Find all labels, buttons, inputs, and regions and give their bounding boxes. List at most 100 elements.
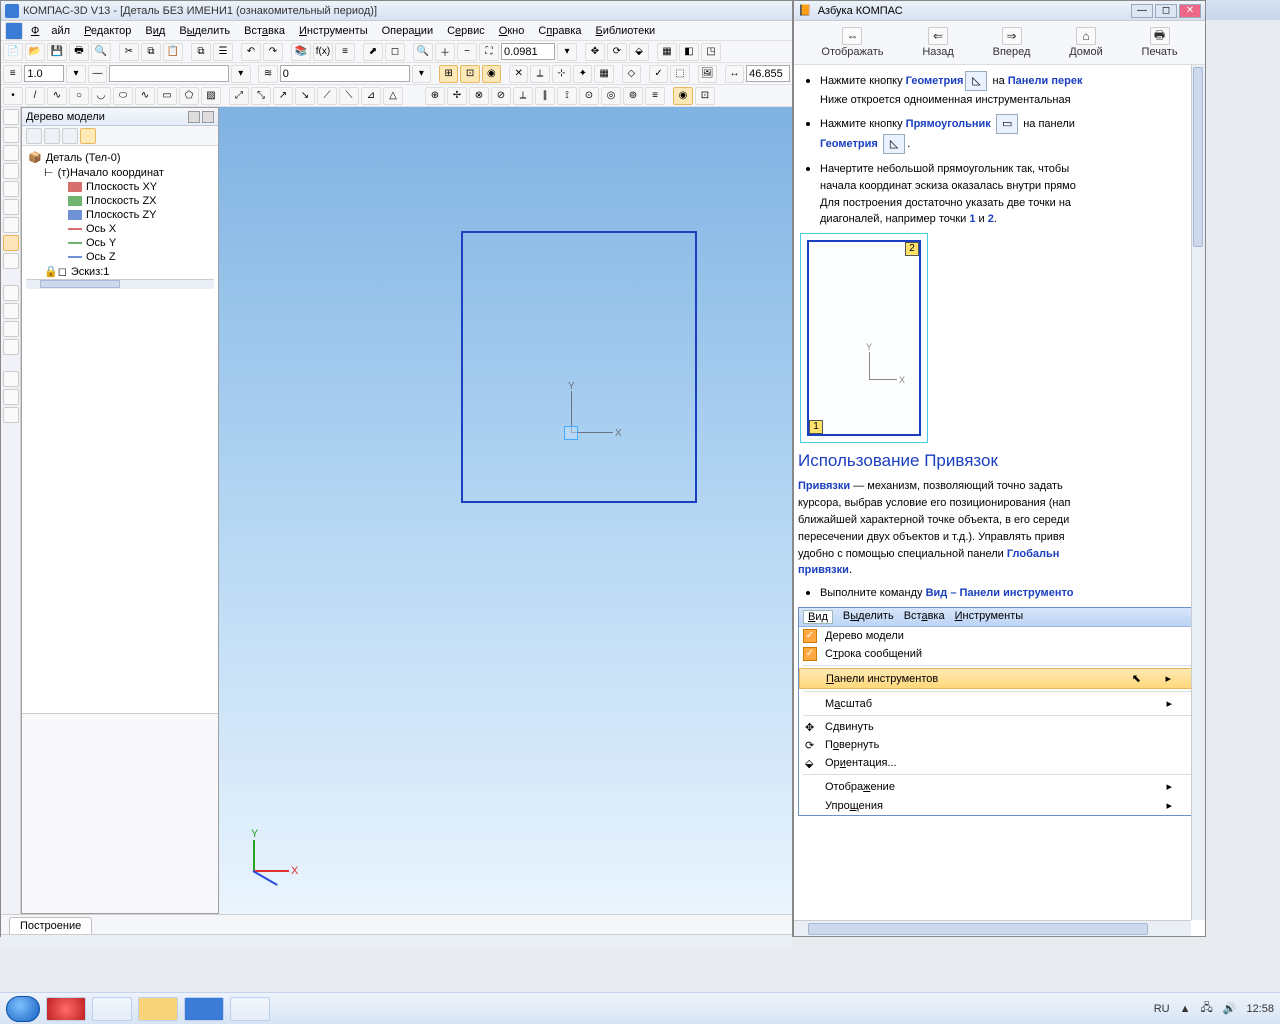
ttb4-icon[interactable] bbox=[80, 128, 96, 144]
tree-root[interactable]: 📦 Деталь (Тел-0) bbox=[26, 150, 214, 165]
new-icon[interactable]: 📄 bbox=[3, 43, 23, 61]
ltb-e-icon[interactable] bbox=[3, 371, 19, 387]
c8-icon[interactable]: ⊙ bbox=[579, 87, 599, 105]
spline-icon[interactable]: ∿ bbox=[135, 87, 155, 105]
prop-icon[interactable]: ☰ bbox=[213, 43, 233, 61]
snap8-icon[interactable]: ▦ bbox=[594, 65, 613, 83]
t5-icon[interactable]: ⟋ bbox=[317, 87, 337, 105]
copy-icon[interactable]: ⧉ bbox=[141, 43, 161, 61]
tree-sketch[interactable]: 🔒◻ Эскиз:1 bbox=[26, 264, 214, 279]
glsnap-icon[interactable]: ◉ bbox=[673, 87, 693, 105]
shade-icon[interactable]: ◧ bbox=[679, 43, 699, 61]
c1-icon[interactable]: ⊕ bbox=[425, 87, 445, 105]
c9-icon[interactable]: ◎ bbox=[601, 87, 621, 105]
zoomwin-icon[interactable]: 🔍 bbox=[413, 43, 433, 61]
zoomfit-icon[interactable]: ⛶ bbox=[479, 43, 499, 61]
persp-icon[interactable]: ◳ bbox=[701, 43, 721, 61]
tree-close-icon[interactable] bbox=[202, 111, 214, 123]
filter-icon[interactable]: ✓ bbox=[649, 65, 668, 83]
preview-icon[interactable]: 🔍 bbox=[91, 43, 111, 61]
ltb-spec-icon[interactable] bbox=[3, 235, 19, 251]
c3-icon[interactable]: ⊗ bbox=[469, 87, 489, 105]
t1-icon[interactable]: ⤢ bbox=[229, 87, 249, 105]
nav-home[interactable]: ⌂Домой bbox=[1069, 27, 1103, 58]
main-hscroll[interactable] bbox=[1, 934, 792, 950]
rot-icon[interactable]: ⟳ bbox=[607, 43, 627, 61]
menu-select[interactable]: Выделить bbox=[173, 23, 236, 39]
snap6-icon[interactable]: ⊹ bbox=[552, 65, 571, 83]
pline-icon[interactable]: ∿ bbox=[47, 87, 67, 105]
tree-plane-zx[interactable]: Плоскость ZX bbox=[26, 194, 214, 208]
t2-icon[interactable]: ⤡ bbox=[251, 87, 271, 105]
ltb-g-icon[interactable] bbox=[3, 407, 19, 423]
ltb-sel-icon[interactable] bbox=[3, 217, 19, 233]
ltb-geom-icon[interactable] bbox=[3, 109, 19, 125]
help-close-icon[interactable]: ✕ bbox=[1179, 4, 1201, 18]
c2-icon[interactable]: ✢ bbox=[447, 87, 467, 105]
layer-icon[interactable]: ≋ bbox=[258, 65, 277, 83]
rect-icon[interactable]: ▭ bbox=[157, 87, 177, 105]
ltb-param-icon[interactable] bbox=[3, 181, 19, 197]
menu-view[interactable]: Вид bbox=[139, 23, 171, 39]
snap7-icon[interactable]: ✦ bbox=[573, 65, 592, 83]
ltb-dim-icon[interactable] bbox=[3, 127, 19, 143]
nav-fwd[interactable]: ⇒Вперед bbox=[993, 27, 1031, 58]
copy2-icon[interactable]: ⧉ bbox=[191, 43, 211, 61]
ltb-meas-icon[interactable] bbox=[3, 199, 19, 215]
tray-vol-icon[interactable]: 🔊 bbox=[1223, 1002, 1237, 1015]
coord-input[interactable] bbox=[746, 65, 790, 82]
menu-file[interactable]: Файл bbox=[25, 23, 76, 39]
layer-input[interactable] bbox=[280, 65, 410, 82]
tree-plane-zy[interactable]: Плоскость ZY bbox=[26, 208, 214, 222]
ltb-sym-icon[interactable] bbox=[3, 145, 19, 161]
menu-help[interactable]: Справка bbox=[532, 23, 587, 39]
t3-icon[interactable]: ↗ bbox=[273, 87, 293, 105]
layer-dd-icon[interactable]: ▾ bbox=[412, 65, 431, 83]
tree-content[interactable]: 📦 Деталь (Тел-0) ⊢ (т)Начало координат П… bbox=[22, 146, 218, 713]
t6-icon[interactable]: ⟍ bbox=[339, 87, 359, 105]
pan-icon[interactable]: ✥ bbox=[585, 43, 605, 61]
lt-dd-icon[interactable]: ▾ bbox=[231, 65, 250, 83]
lw-input[interactable] bbox=[24, 65, 64, 82]
snap9-icon[interactable]: ◇ bbox=[622, 65, 641, 83]
lib-icon[interactable]: 📚 bbox=[291, 43, 311, 61]
ptr-icon[interactable]: ⬈ bbox=[363, 43, 383, 61]
ttb2-icon[interactable] bbox=[44, 128, 60, 144]
zoom-input[interactable] bbox=[501, 43, 555, 60]
canvas[interactable]: Y X Y X bbox=[219, 107, 792, 914]
snap5-icon[interactable]: ⟂ bbox=[530, 65, 549, 83]
menu-operations[interactable]: Операции bbox=[376, 23, 439, 39]
open-icon[interactable]: 📂 bbox=[25, 43, 45, 61]
tray-time[interactable]: 12:58 bbox=[1246, 1003, 1274, 1015]
tree-axis-x[interactable]: Ось X bbox=[26, 222, 214, 236]
orient-icon[interactable]: ⬙ bbox=[629, 43, 649, 61]
t7-icon[interactable]: ⊿ bbox=[361, 87, 381, 105]
gl2-icon[interactable]: ⊡ bbox=[695, 87, 715, 105]
menu-bar[interactable]: Файл Редактор Вид Выделить Вставка Инстр… bbox=[1, 21, 792, 41]
tray-net-icon[interactable]: 🖧 bbox=[1201, 999, 1213, 1018]
task-paint[interactable] bbox=[230, 997, 270, 1021]
wire-icon[interactable]: ▦ bbox=[657, 43, 677, 61]
ell-icon[interactable]: ⬭ bbox=[113, 87, 133, 105]
save-icon[interactable]: 💾 bbox=[47, 43, 67, 61]
linestyle-icon[interactable]: ≡ bbox=[3, 65, 22, 83]
sketch-rect[interactable] bbox=[461, 231, 697, 503]
line-icon[interactable]: / bbox=[25, 87, 45, 105]
snap4-icon[interactable]: ✕ bbox=[509, 65, 528, 83]
nav-show[interactable]: ⇔Отображать bbox=[821, 27, 883, 58]
paste-icon[interactable]: 📋 bbox=[163, 43, 183, 61]
snap2-icon[interactable]: ⊡ bbox=[460, 65, 479, 83]
zoom-dd-icon[interactable]: ▾ bbox=[557, 43, 577, 61]
cut-icon[interactable]: ✂ bbox=[119, 43, 139, 61]
c5-icon[interactable]: ⟂ bbox=[513, 87, 533, 105]
menu-libraries[interactable]: Библиотеки bbox=[590, 23, 662, 39]
zoomout-icon[interactable]: − bbox=[457, 43, 477, 61]
c7-icon[interactable]: ⟟ bbox=[557, 87, 577, 105]
task-opera[interactable] bbox=[46, 997, 86, 1021]
taskbar[interactable]: RU ▲ 🖧 🔊 12:58 bbox=[0, 992, 1280, 1024]
sketch-icon[interactable]: ◻ bbox=[385, 43, 405, 61]
nav-back[interactable]: ⇐Назад bbox=[922, 27, 954, 58]
snap-on-icon[interactable]: ⊞ bbox=[439, 65, 458, 83]
c10-icon[interactable]: ⊚ bbox=[623, 87, 643, 105]
ltb-b-icon[interactable] bbox=[3, 303, 19, 319]
